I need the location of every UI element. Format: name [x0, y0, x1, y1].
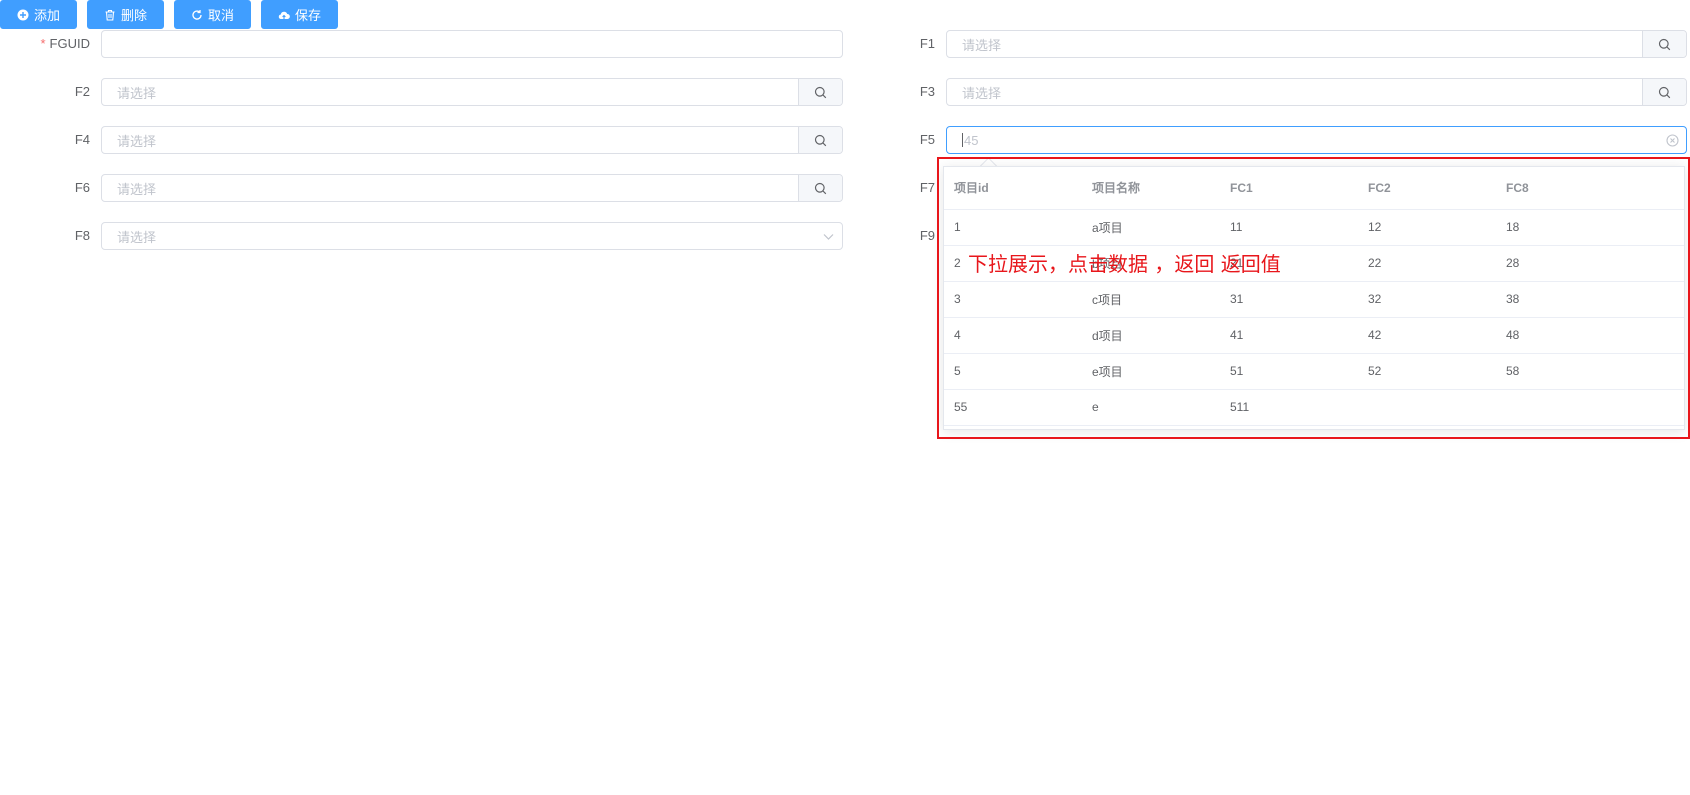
table-row[interactable]: 55 e 511	[944, 389, 1684, 426]
f4-label: F4	[74, 132, 90, 147]
table-cell: 12	[1358, 209, 1496, 246]
search-icon	[1658, 38, 1671, 50]
column-header: 项目id	[944, 167, 1082, 210]
table-cell: 11	[1220, 209, 1358, 246]
search-icon	[1658, 86, 1671, 98]
delete-button-label: 删除	[121, 8, 148, 23]
toolbar: 添加 删除 取消 保存	[0, 0, 348, 29]
f6-label: F6	[74, 180, 90, 195]
table-row[interactable]: 4 d项目 41 42 48	[944, 317, 1684, 354]
fguid-input[interactable]	[101, 30, 843, 58]
plus-circle-icon	[17, 9, 29, 20]
f5-dropdown-panel: 项目id 项目名称 FC1 FC2 FC8 1 a项目 11 12 18 2 b…	[943, 166, 1685, 430]
table-cell: 48	[1496, 317, 1684, 354]
f5-input[interactable]: 45	[946, 126, 1687, 154]
refresh-icon	[192, 9, 202, 20]
column-header: FC1	[1220, 167, 1358, 210]
f5-label: F5	[919, 132, 935, 147]
f2-search-button[interactable]	[798, 79, 842, 105]
fguid-label: * FGUID	[40, 36, 90, 51]
column-header: 项目名称	[1082, 167, 1220, 210]
add-button-label: 添加	[34, 8, 61, 23]
chevron-down-icon	[823, 233, 833, 240]
table-cell: c项目	[1082, 281, 1220, 318]
table-cell: 22	[1358, 245, 1496, 282]
f1-search-button[interactable]	[1642, 31, 1686, 57]
save-button[interactable]: 保存	[261, 0, 339, 29]
table-cell: 42	[1358, 317, 1496, 354]
table-cell: 5	[944, 353, 1082, 390]
table-cell	[1496, 389, 1684, 426]
f2-label: F2	[74, 84, 90, 99]
trash-icon	[105, 9, 115, 21]
table-cell: 41	[1220, 317, 1358, 354]
table-cell	[1358, 389, 1496, 426]
f7-label: F7	[919, 180, 935, 195]
f3-search-button[interactable]	[1642, 79, 1686, 105]
table-cell: 31	[1220, 281, 1358, 318]
table-cell: 3	[944, 281, 1082, 318]
f3-label: F3	[919, 84, 935, 99]
f3-input[interactable]: 请选择	[946, 78, 1687, 106]
f9-label: F9	[919, 228, 935, 243]
f8-dropdown-toggle[interactable]	[814, 230, 842, 243]
table-cell: 1	[944, 209, 1082, 246]
table-cell: 38	[1496, 281, 1684, 318]
table-cell: e	[1082, 389, 1220, 426]
f4-input[interactable]: 请选择	[101, 126, 843, 154]
table-row[interactable]: 5 e项目 51 52 58	[944, 353, 1684, 390]
table-cell: 52	[1358, 353, 1496, 390]
f2-input[interactable]: 请选择	[101, 78, 843, 106]
add-button[interactable]: 添加	[0, 0, 78, 29]
f8-placeholder: 请选择	[117, 229, 157, 245]
column-header: FC8	[1496, 167, 1684, 210]
annotation-text: 下拉展示，点击数据 ，返回 返回值	[968, 252, 1281, 276]
table-cell: 55	[944, 389, 1082, 426]
f4-placeholder: 请选择	[117, 133, 157, 149]
cancel-button-label: 取消	[208, 8, 235, 23]
f8-label: F8	[74, 228, 90, 243]
table-cell: a项目	[1082, 209, 1220, 246]
f6-input[interactable]: 请选择	[101, 174, 843, 202]
delete-button[interactable]: 删除	[87, 0, 165, 29]
table-cell: 51	[1220, 353, 1358, 390]
f6-search-button[interactable]	[798, 175, 842, 201]
table-cell: 58	[1496, 353, 1684, 390]
search-icon	[814, 182, 827, 194]
cancel-button[interactable]: 取消	[174, 0, 252, 29]
search-icon	[814, 86, 827, 98]
f6-placeholder: 请选择	[117, 181, 157, 197]
f5-clear-button[interactable]	[1658, 133, 1686, 147]
f8-select[interactable]: 请选择	[101, 222, 843, 250]
f5-value: 45	[964, 132, 979, 148]
save-button-label: 保存	[295, 8, 322, 23]
table-cell: 28	[1496, 245, 1684, 282]
table-row[interactable]: 3 c项目 31 32 38	[944, 281, 1684, 318]
f1-label: F1	[919, 36, 935, 51]
table-cell: e项目	[1082, 353, 1220, 390]
table-header-row: 项目id 项目名称 FC1 FC2 FC8	[944, 167, 1684, 210]
dropdown-table: 项目id 项目名称 FC1 FC2 FC8 1 a项目 11 12 18 2 b…	[944, 167, 1684, 426]
table-cell: 511	[1220, 389, 1358, 426]
table-cell: d项目	[1082, 317, 1220, 354]
column-header: FC2	[1358, 167, 1496, 210]
table-cell: 18	[1496, 209, 1684, 246]
table-row[interactable]: 1 a项目 11 12 18	[944, 209, 1684, 246]
table-cell: 4	[944, 317, 1082, 354]
f1-placeholder: 请选择	[962, 37, 1002, 53]
table-cell: 32	[1358, 281, 1496, 318]
search-icon	[814, 134, 827, 146]
f3-placeholder: 请选择	[962, 85, 1002, 101]
f2-placeholder: 请选择	[117, 85, 157, 101]
clear-circle-icon	[1665, 133, 1679, 147]
f4-search-button[interactable]	[798, 127, 842, 153]
f1-input[interactable]: 请选择	[946, 30, 1687, 58]
cloud-upload-icon	[278, 11, 290, 19]
required-mark: *	[40, 36, 46, 51]
